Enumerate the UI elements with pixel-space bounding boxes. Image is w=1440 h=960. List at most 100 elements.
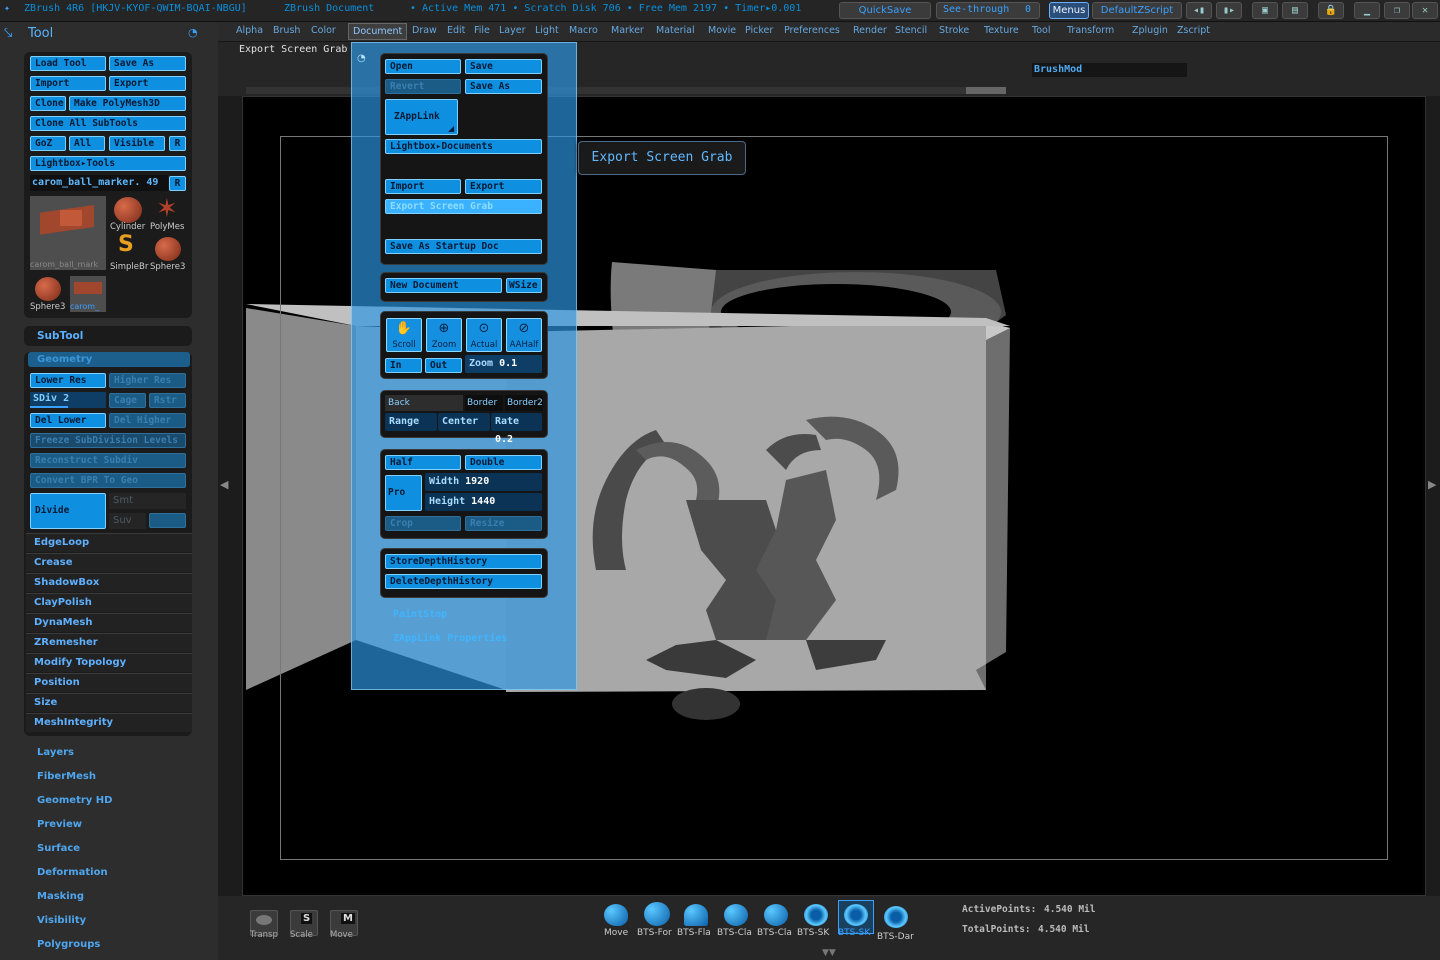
minimize-icon[interactable]: ▁ <box>1354 2 1380 19</box>
width-slider[interactable]: Width 1920 <box>425 473 542 491</box>
menu-transform[interactable]: Transform <box>1067 25 1114 36</box>
smt-toggle[interactable]: Smt <box>109 493 186 509</box>
section-layers[interactable]: Layers <box>37 747 74 758</box>
layout-left-icon[interactable]: ◂▮ <box>1186 2 1212 19</box>
lightbox-tools-button[interactable]: Lightbox▸Tools <box>30 156 186 171</box>
double-button[interactable]: Double <box>465 455 542 470</box>
menu-document[interactable]: Document <box>348 23 408 40</box>
resize-button[interactable]: Resize <box>465 516 542 531</box>
section-geometry-hd[interactable]: Geometry HD <box>37 795 112 806</box>
menu-macro[interactable]: Macro <box>569 25 598 36</box>
section-masking[interactable]: Masking <box>37 891 84 902</box>
menu-dock-icon[interactable]: ◔ <box>357 53 366 64</box>
center-slider[interactable]: Center <box>438 413 490 431</box>
menu-movie[interactable]: Movie <box>708 25 736 36</box>
menu-color[interactable]: Color <box>311 25 336 36</box>
menu-layer[interactable]: Layer <box>499 25 526 36</box>
menu-zscript[interactable]: Zscript <box>1177 25 1210 36</box>
menu-texture[interactable]: Texture <box>984 25 1019 36</box>
left-tray-arrow-icon[interactable]: ◀ <box>220 478 228 491</box>
tool-thumb-sphere3b[interactable]: Sphere3 <box>30 276 68 312</box>
quicksave-button[interactable]: QuickSave <box>839 2 931 19</box>
geometry-item-zremesher[interactable]: ZRemesher <box>26 633 192 652</box>
section-deformation[interactable]: Deformation <box>37 867 108 878</box>
menu-material[interactable]: Material <box>656 25 695 36</box>
back-color-swatch[interactable]: Back <box>385 395 463 411</box>
geometry-item-edgeloop[interactable]: EdgeLoop <box>26 533 192 552</box>
freeze-subdivision-button[interactable]: Freeze SubDivision Levels <box>30 433 186 448</box>
geometry-item-position[interactable]: Position <box>26 673 192 692</box>
actual-tool-button[interactable]: ⊙ Actual <box>466 318 502 352</box>
tool-thumb-cylinder[interactable]: Cylinder <box>110 196 148 234</box>
load-tool-button[interactable]: Load Tool <box>30 56 106 71</box>
default-zscript-button[interactable]: DefaultZScript <box>1092 2 1182 19</box>
bottom-tray-arrow-icon[interactable]: ▼▼ <box>822 948 836 958</box>
tool-save-as-button[interactable]: Save As <box>109 56 186 71</box>
geometry-item-shadowbox[interactable]: ShadowBox <box>26 573 192 592</box>
menu-marker[interactable]: Marker <box>611 25 644 36</box>
layout-b-icon[interactable]: ▤ <box>1282 2 1308 19</box>
suv-toggle[interactable]: Suv <box>109 513 146 529</box>
zoom-slider[interactable]: Zoom 0.1 <box>465 355 542 373</box>
menu-preferences[interactable]: Preferences <box>784 25 840 36</box>
paintstop-section[interactable]: PaintStop <box>393 609 447 620</box>
restore-icon[interactable]: ❐ <box>1384 2 1410 19</box>
tool-export-button[interactable]: Export <box>109 76 186 91</box>
see-through-slider[interactable]: See-through 0 <box>936 2 1040 19</box>
cage-button[interactable]: Cage <box>109 393 146 408</box>
lightbox-documents-button[interactable]: Lightbox▸Documents <box>385 139 542 154</box>
doc-save-as-button[interactable]: Save As <box>465 79 542 94</box>
close-icon[interactable]: ✕ <box>1412 2 1438 19</box>
zoom-in-button[interactable]: In <box>385 358 422 373</box>
brushmod-slider[interactable]: BrushMod <box>1032 63 1187 77</box>
layout-right-icon[interactable]: ▮▸ <box>1216 2 1242 19</box>
zoom-tool-button[interactable]: ⊕ Zoom <box>426 318 462 352</box>
convert-bpr-button[interactable]: Convert BPR To Geo <box>30 473 186 488</box>
current-tool-r-button[interactable]: R <box>169 176 186 191</box>
higher-res-button[interactable]: Higher Res <box>109 373 186 388</box>
tool-thumb-simplebrush[interactable]: S SimpleBr <box>110 232 148 272</box>
geometry-item-modify-topology[interactable]: Modify Topology <box>26 653 192 672</box>
reuv-button[interactable] <box>149 513 186 528</box>
doc-save-button[interactable]: Save <box>465 59 542 74</box>
goz-button[interactable]: GoZ <box>30 136 66 151</box>
make-polymesh-button[interactable]: Make PolyMesh3D <box>69 96 186 111</box>
delete-depth-history-button[interactable]: DeleteDepthHistory <box>385 574 542 589</box>
menu-light[interactable]: Light <box>535 25 559 36</box>
right-tray-arrow-icon[interactable]: ▶ <box>1428 478 1436 491</box>
subtool-section[interactable]: SubTool <box>24 326 192 346</box>
range-slider[interactable]: Range <box>385 413 437 431</box>
layout-a-icon[interactable]: ▣ <box>1252 2 1278 19</box>
del-higher-button[interactable]: Del Higher <box>109 413 186 428</box>
menu-stroke[interactable]: Stroke <box>939 25 969 36</box>
goz-all-button[interactable]: All <box>69 136 105 151</box>
export-screen-grab-button[interactable]: Export Screen Grab <box>385 199 542 214</box>
pro-button[interactable]: Pro <box>385 475 422 511</box>
zoom-out-button[interactable]: Out <box>425 358 462 373</box>
tool-thumb-sphere3[interactable]: Sphere3 <box>150 236 190 272</box>
menu-render[interactable]: Render <box>853 25 887 36</box>
section-visibility[interactable]: Visibility <box>37 915 86 926</box>
half-button[interactable]: Half <box>385 455 461 470</box>
doc-revert-button[interactable]: Revert <box>385 79 461 94</box>
doc-import-button[interactable]: Import <box>385 179 461 194</box>
del-lower-button[interactable]: Del Lower <box>30 413 106 428</box>
zapplink-properties-section[interactable]: ZAppLink Properties <box>393 633 507 644</box>
doc-export-button[interactable]: Export <box>465 179 542 194</box>
crop-button[interactable]: Crop <box>385 516 461 531</box>
lower-res-button[interactable]: Lower Res <box>30 373 106 388</box>
menu-stencil[interactable]: Stencil <box>895 25 927 36</box>
tool-thumb-carom[interactable]: carom_ball_mark <box>30 196 106 270</box>
wsize-button[interactable]: WSize <box>506 278 542 293</box>
menu-picker[interactable]: Picker <box>745 25 773 36</box>
menu-draw[interactable]: Draw <box>412 25 437 36</box>
aahalf-tool-button[interactable]: ⊘ AAHalf <box>506 318 542 352</box>
current-tool-name[interactable]: carom_ball_marker. 49 <box>30 175 168 191</box>
store-depth-history-button[interactable]: StoreDepthHistory <box>385 554 542 569</box>
palette-dock-icon[interactable]: ◔ <box>188 26 198 39</box>
reconstruct-subdiv-button[interactable]: Reconstruct Subdiv <box>30 453 186 468</box>
geometry-item-meshintegrity[interactable]: MeshIntegrity <box>26 713 192 732</box>
goz-r-button[interactable]: R <box>169 136 186 151</box>
border2-color-swatch[interactable]: Border2 <box>505 395 543 411</box>
section-fibermesh[interactable]: FiberMesh <box>37 771 96 782</box>
